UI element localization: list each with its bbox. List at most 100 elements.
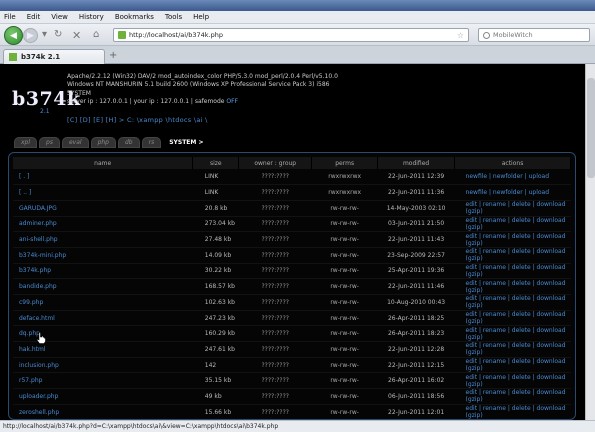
file-perms: rwxrwxrwx bbox=[311, 169, 378, 186]
tab-system[interactable]: SYSTEM > bbox=[163, 137, 210, 148]
tab-favicon-icon bbox=[9, 53, 17, 61]
menu-tools[interactable]: Tools bbox=[165, 13, 182, 21]
hand-cursor-icon bbox=[36, 332, 46, 344]
table-row: b374k-mini.php 14.09 kb????:???? rw-rw-rw-… bbox=[13, 247, 571, 264]
table-row: c99.php 102.63 kb????:???? rw-rw-rw- 10-Aug… bbox=[13, 294, 571, 311]
file-actions[interactable]: edit | rename | delete | download (gzip) bbox=[454, 388, 571, 405]
file-modified: 25-Apr-2011 19:36 bbox=[377, 263, 455, 280]
table-row: ani-shell.php 27.48 kb????:???? rw-rw-rw- 2… bbox=[13, 231, 571, 248]
file-actions[interactable]: edit | rename | delete | download (gzip) bbox=[454, 200, 571, 217]
file-name-link[interactable]: c99.php bbox=[13, 294, 193, 311]
column-header[interactable]: size bbox=[192, 157, 240, 169]
column-header[interactable]: name bbox=[13, 157, 194, 169]
file-name-link[interactable]: b374k.php bbox=[13, 263, 193, 280]
file-modified: 22-Jun-2011 12:28 bbox=[377, 341, 455, 358]
site-favicon-icon bbox=[118, 31, 126, 39]
file-owner: ????:???? bbox=[238, 357, 312, 374]
file-name-link[interactable]: zeroshell.php bbox=[13, 404, 193, 420]
new-tab-icon[interactable]: + bbox=[109, 50, 117, 61]
back-button[interactable]: ◀ bbox=[4, 26, 23, 45]
file-name-link[interactable]: GARUDA.JPG bbox=[13, 200, 193, 217]
file-owner: ????:???? bbox=[238, 372, 312, 390]
file-perms: rw-rw-rw- bbox=[311, 216, 378, 233]
file-perms: rw-rw-rw- bbox=[311, 200, 378, 217]
file-actions[interactable]: edit | rename | delete | download (gzip) bbox=[454, 372, 571, 390]
file-name-link[interactable]: r57.php bbox=[13, 372, 193, 390]
stop-icon[interactable]: ✕ bbox=[72, 29, 81, 42]
file-modified: 22-Jun-2011 12:01 bbox=[377, 404, 455, 420]
tab-b374k[interactable]: b374k 2.1 bbox=[3, 49, 105, 64]
file-actions[interactable]: edit | rename | delete | download (gzip) bbox=[454, 247, 571, 264]
file-actions[interactable]: edit | rename | delete | download (gzip) bbox=[454, 278, 571, 295]
tab-php[interactable]: php bbox=[90, 137, 116, 148]
file-actions[interactable]: edit | rename | delete | download (gzip) bbox=[454, 310, 571, 327]
file-name-link[interactable]: ani-shell.php bbox=[13, 231, 193, 248]
file-perms: rw-rw-rw- bbox=[311, 357, 378, 374]
menu-bookmarks[interactable]: Bookmarks bbox=[115, 13, 154, 21]
tab-eval[interactable]: eval bbox=[61, 137, 89, 148]
tab-xpl[interactable]: xpl bbox=[14, 137, 38, 148]
path-breadcrumb[interactable]: [C] [D] [E] [H] > C: \xampp \htdocs \ai … bbox=[67, 116, 208, 124]
search-box[interactable] bbox=[478, 28, 590, 42]
file-modified: 22-Jun-2011 12:39 bbox=[377, 169, 455, 186]
file-actions[interactable]: edit | rename | delete | download (gzip) bbox=[454, 357, 571, 374]
file-name-link[interactable]: b374k-mini.php bbox=[13, 247, 193, 264]
file-actions[interactable]: newfile | newfolder | upload bbox=[454, 169, 571, 186]
file-modified: 14-May-2003 02:10 bbox=[377, 200, 455, 217]
file-name-link[interactable]: adminer.php bbox=[13, 216, 193, 233]
table-row: zeroshell.php 15.66 kb????:???? rw-rw-rw- 2… bbox=[13, 404, 571, 420]
tab-db[interactable]: db bbox=[117, 137, 140, 148]
file-actions[interactable]: edit | rename | delete | download (gzip) bbox=[454, 325, 571, 343]
table-row: deface.html 247.23 kb????:???? rw-rw-rw- 26… bbox=[13, 310, 571, 327]
file-actions[interactable]: edit | rename | delete | download (gzip) bbox=[454, 231, 571, 248]
bookmark-star-icon[interactable]: ☆ bbox=[457, 31, 464, 40]
tab-rs[interactable]: rs bbox=[141, 137, 162, 148]
menu-help[interactable]: Help bbox=[193, 13, 209, 21]
file-perms: rw-rw-rw- bbox=[311, 294, 378, 311]
file-size: 27.48 kb bbox=[192, 231, 239, 248]
table-row: [ .. ] LINK????:???? rwxrwxrwx 22-Jun-2011 … bbox=[13, 184, 571, 201]
table-row: b374k.php 30.22 kb????:???? rw-rw-rw- 25-Ap… bbox=[13, 263, 571, 280]
scrollbar-thumb[interactable] bbox=[587, 78, 595, 178]
column-header[interactable]: actions bbox=[454, 157, 571, 169]
file-actions[interactable]: edit | rename | delete | download (gzip) bbox=[454, 294, 571, 311]
history-dropdown-icon[interactable]: ▾ bbox=[42, 29, 47, 40]
address-text[interactable]: http://localhost/ai/b374k.php bbox=[129, 31, 457, 39]
vertical-scrollbar[interactable] bbox=[585, 64, 595, 420]
file-actions[interactable]: edit | rename | delete | download (gzip) bbox=[454, 216, 571, 233]
reload-icon[interactable]: ↻ bbox=[54, 29, 62, 40]
menu-view[interactable]: View bbox=[51, 13, 68, 21]
menu-file[interactable]: File bbox=[4, 13, 16, 21]
file-size: 247.61 kb bbox=[192, 341, 239, 358]
forward-button[interactable]: ▶ bbox=[23, 28, 38, 43]
file-name-link[interactable]: inclusion.php bbox=[13, 357, 193, 374]
search-engine-icon[interactable] bbox=[483, 31, 490, 39]
safemode-value: OFF bbox=[226, 98, 239, 106]
home-icon[interactable]: ⌂ bbox=[93, 29, 99, 40]
file-actions[interactable]: edit | rename | delete | download (gzip) bbox=[454, 404, 571, 420]
table-row: dq.php 160.29 kb????:???? rw-rw-rw- 26-Apr-… bbox=[13, 325, 571, 343]
tab-ps[interactable]: ps bbox=[39, 137, 60, 148]
column-header[interactable]: modified bbox=[377, 157, 456, 169]
address-bar[interactable]: http://localhost/ai/b374k.php ☆ bbox=[113, 28, 469, 42]
file-size: 15.66 kb bbox=[192, 404, 239, 420]
file-owner: ????:???? bbox=[238, 200, 312, 217]
file-actions[interactable]: edit | rename | delete | download (gzip) bbox=[454, 263, 571, 280]
file-name-link[interactable]: deface.html bbox=[13, 310, 193, 327]
column-header[interactable]: perms bbox=[311, 157, 379, 169]
file-name-link[interactable]: [ . ] bbox=[13, 169, 193, 186]
file-actions[interactable]: edit | rename | delete | download (gzip) bbox=[454, 341, 571, 358]
file-name-link[interactable]: uploader.php bbox=[13, 388, 193, 405]
file-perms: rw-rw-rw- bbox=[311, 247, 378, 264]
column-header[interactable]: owner : group bbox=[238, 157, 313, 169]
file-perms: rw-rw-rw- bbox=[311, 278, 378, 295]
file-actions[interactable]: newfile | newfolder | upload bbox=[454, 184, 571, 201]
file-modified: 22-Jun-2011 12:15 bbox=[377, 357, 455, 374]
file-owner: ????:???? bbox=[238, 216, 312, 233]
file-name-link[interactable]: bandide.php bbox=[13, 278, 193, 295]
menu-edit[interactable]: Edit bbox=[27, 13, 41, 21]
file-name-link[interactable]: [ .. ] bbox=[13, 184, 193, 201]
menu-history[interactable]: History bbox=[79, 13, 104, 21]
file-modified: 23-Sep-2009 22:57 bbox=[377, 247, 455, 264]
search-input[interactable] bbox=[493, 31, 573, 39]
